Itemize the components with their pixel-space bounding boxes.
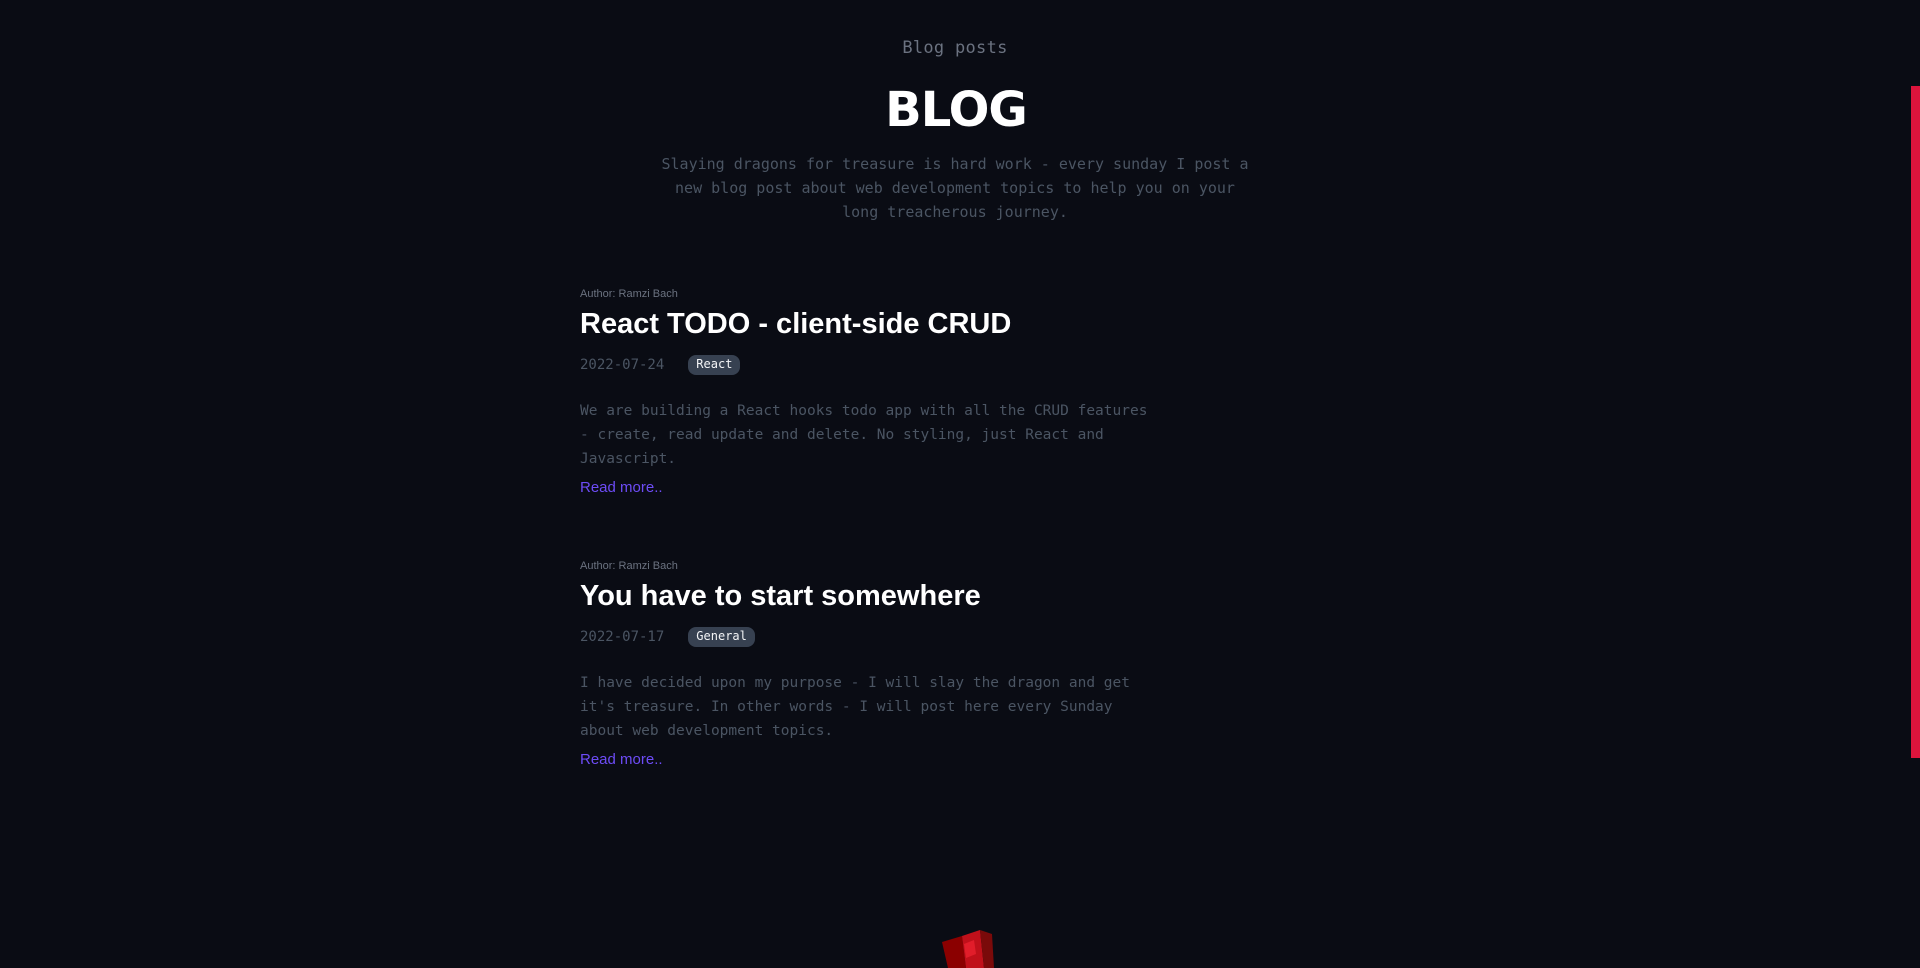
post-excerpt: We are building a React hooks todo app w… [580,403,1148,467]
page-eyebrow: Blog posts [902,38,1008,58]
post-title[interactable]: React TODO - client-side CRUD [580,308,1180,341]
post-date: 2022-07-17 [580,629,665,645]
post-tag-badge[interactable]: React [688,355,741,375]
dragon-logo-icon[interactable] [940,928,996,968]
post-author: Author: Ramzi Bach [580,288,678,300]
page-intro: Slaying dragons for treasure is hard wor… [661,155,1249,221]
post-excerpt: I have decided upon my purpose - I will … [580,675,1130,739]
scroll-indicator-bar [1911,86,1920,758]
read-more-link[interactable]: Read more.. [580,479,663,496]
post-date: 2022-07-24 [580,357,665,373]
page-title: BLOG [885,82,1028,138]
post-title[interactable]: You have to start somewhere [580,580,1180,613]
post-author: Author: Ramzi Bach [580,560,678,572]
post-card: Author: Ramzi Bach React TODO - client-s… [580,288,1180,496]
post-card: Author: Ramzi Bach You have to start som… [580,560,1180,768]
post-meta: 2022-07-24 React [580,354,1180,376]
post-tag-badge[interactable]: General [688,627,755,647]
read-more-link[interactable]: Read more.. [580,751,663,768]
post-meta: 2022-07-17 General [580,626,1180,648]
